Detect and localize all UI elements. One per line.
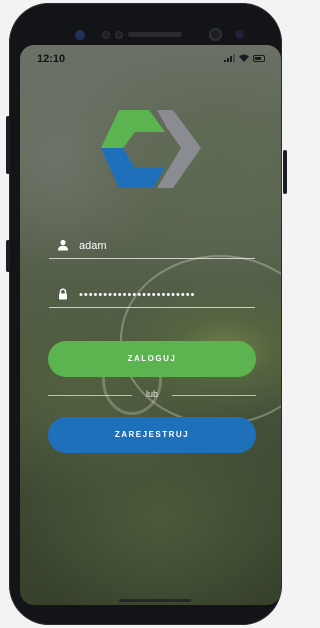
earpiece-grille	[128, 32, 182, 37]
iris-scanner	[235, 30, 244, 39]
status-time: 12:10	[37, 53, 66, 65]
user-icon	[58, 239, 68, 251]
front-sensor	[75, 30, 85, 40]
app-screen: 12:10 adam •••••••••••••••••••••••• ZALO…	[20, 45, 281, 605]
proximity-sensor	[102, 31, 110, 39]
bixby-button	[6, 240, 10, 272]
username-field	[49, 235, 255, 259]
battery-icon	[253, 54, 265, 62]
bottom-bezel-speaker	[119, 599, 191, 602]
status-icons	[224, 54, 265, 62]
separator-text: lub	[145, 389, 158, 399]
phone-frame: 12:10 adam •••••••••••••••••••••••• ZALO…	[9, 3, 282, 625]
login-button[interactable]: ZALOGUJ	[48, 341, 256, 377]
light-sensor	[115, 31, 123, 39]
signal-icon	[224, 54, 235, 62]
status-bar: 12:10	[20, 45, 281, 71]
username-input[interactable]	[79, 236, 249, 256]
password-input[interactable]	[79, 285, 249, 305]
lock-icon	[59, 288, 67, 300]
password-field	[49, 284, 255, 308]
power-button	[283, 150, 287, 194]
or-separator: lub	[48, 388, 256, 402]
register-button[interactable]: ZAREJESTRUJ	[48, 417, 256, 453]
wifi-icon	[239, 54, 249, 62]
front-camera	[209, 28, 222, 41]
volume-button	[6, 116, 10, 174]
separator-line-right	[172, 395, 256, 396]
cube-logo-icon	[101, 110, 201, 188]
